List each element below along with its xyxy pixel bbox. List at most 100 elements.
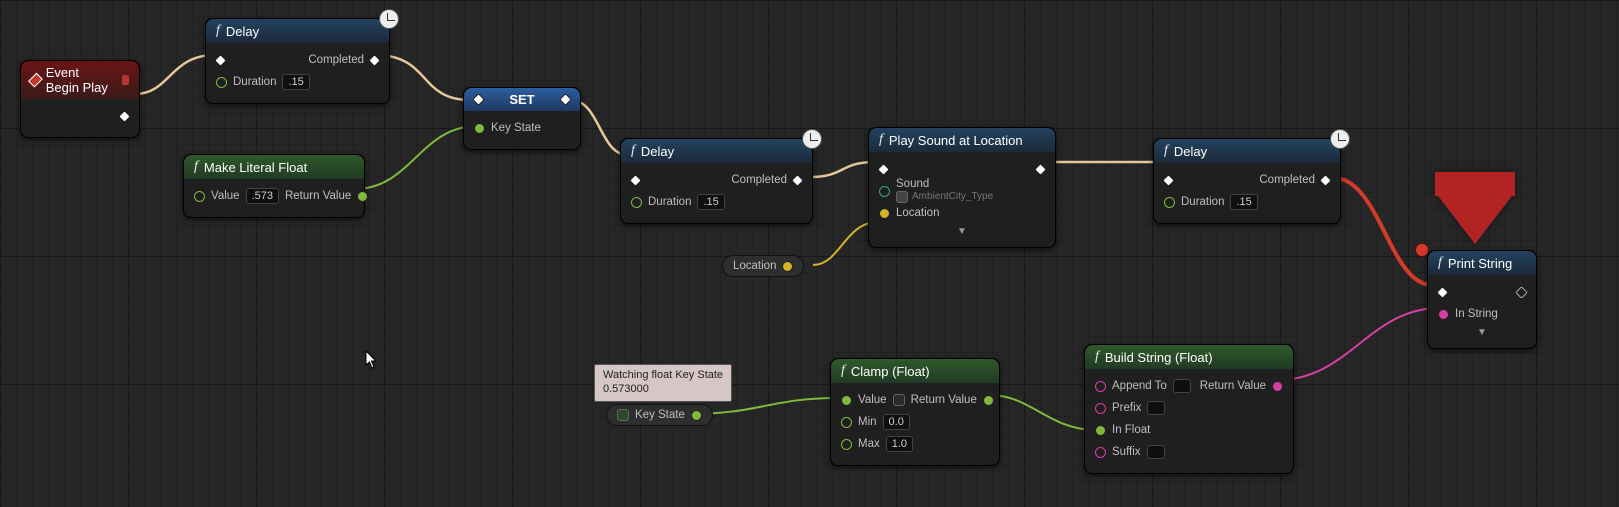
exec-in-pin[interactable] [1436, 286, 1449, 299]
exec-in-pin[interactable] [629, 174, 642, 187]
exec-out-pin[interactable] [1034, 163, 1047, 176]
duration-label: Duration [648, 196, 691, 208]
node-header: f Delay [1154, 139, 1340, 163]
node-clamp-float[interactable]: f Clamp (Float) Value Return Value Min 0… [830, 358, 1000, 466]
appendto-label: Append To [1112, 380, 1167, 392]
node-title: Event Begin Play [46, 65, 113, 95]
expand-chevron[interactable]: ▼ [1438, 325, 1526, 338]
return-pin[interactable] [983, 395, 994, 406]
clock-icon [379, 9, 399, 29]
duration-pin[interactable] [1164, 197, 1175, 208]
node-header: f Make Literal Float [184, 155, 364, 179]
node-play-sound-at-location[interactable]: f Play Sound at Location Sound AmbientCi… [868, 127, 1056, 248]
node-delay-3[interactable]: f Delay Completed Duration .15 [1153, 138, 1341, 224]
location-pin[interactable] [879, 208, 890, 219]
return-label: Return Value [911, 394, 977, 406]
node-header: f Delay [621, 139, 812, 163]
tooltip-line2: 0.573000 [603, 383, 723, 397]
instring-label: In String [1455, 308, 1498, 320]
node-print-string[interactable]: f Print String In String ▼ [1427, 250, 1537, 349]
exec-out-pin[interactable] [118, 110, 131, 123]
exec-out-pin[interactable] [1515, 286, 1528, 299]
duration-label: Duration [233, 76, 276, 88]
suffix-pin[interactable] [1095, 447, 1106, 458]
prefix-pin[interactable] [1095, 403, 1106, 414]
exec-out-pin[interactable] [1319, 174, 1332, 187]
function-icon: f [194, 159, 198, 175]
node-header: f Play Sound at Location [869, 128, 1055, 152]
exec-in-pin[interactable] [472, 93, 485, 106]
node-delay-2[interactable]: f Delay Completed Duration .15 [620, 138, 813, 224]
value-pin[interactable] [194, 191, 205, 202]
location-out-pin[interactable] [782, 261, 793, 272]
return-pin[interactable] [357, 191, 368, 202]
value-label: Value [858, 394, 887, 406]
watch-tooltip: Watching float Key State 0.573000 [594, 364, 732, 402]
keystate-label: Key State [491, 122, 541, 134]
duration-label: Duration [1181, 196, 1224, 208]
exec-out-pin[interactable] [559, 93, 572, 106]
keystate-label: Key State [635, 409, 685, 421]
duration-pin[interactable] [631, 197, 642, 208]
node-header: f Delay [206, 19, 389, 43]
duration-pin[interactable] [216, 77, 227, 88]
max-pin[interactable] [841, 439, 852, 450]
function-icon: f [1164, 143, 1168, 159]
duration-value[interactable]: .15 [1230, 194, 1257, 210]
node-title: Delay [1174, 144, 1207, 159]
duration-value[interactable]: .15 [697, 194, 724, 210]
function-icon: f [631, 143, 635, 159]
node-header: Event Begin Play [21, 61, 139, 99]
reroute-location[interactable]: Location [722, 255, 804, 277]
value-input[interactable]: .573 [246, 188, 279, 204]
node-header: f Clamp (Float) [831, 359, 999, 383]
exec-in-pin[interactable] [1162, 174, 1175, 187]
completed-label: Completed [731, 174, 787, 186]
node-event-begin-play[interactable]: Event Begin Play [20, 60, 140, 138]
value-pin[interactable] [841, 395, 852, 406]
exec-out-pin[interactable] [368, 54, 381, 67]
mouse-cursor-icon [365, 350, 379, 370]
clock-icon [1330, 129, 1350, 149]
min-label: Min [858, 416, 877, 428]
expand-chevron[interactable]: ▼ [879, 224, 1045, 237]
node-title: Print String [1448, 256, 1512, 271]
infloat-pin[interactable] [1095, 425, 1106, 436]
clock-icon [802, 129, 822, 149]
exec-in-pin[interactable] [877, 163, 890, 176]
suffix-value[interactable] [1147, 445, 1165, 459]
location-label: Location [733, 260, 776, 272]
value-label: Value [211, 190, 240, 202]
prefix-value[interactable] [1147, 401, 1165, 415]
node-title: Play Sound at Location [889, 133, 1023, 148]
node-build-string-float[interactable]: f Build String (Float) Append To Return … [1084, 344, 1294, 474]
sound-pin[interactable] [879, 186, 890, 197]
node-header: SET [464, 88, 580, 111]
function-icon: f [879, 132, 883, 148]
exec-out-pin[interactable] [791, 174, 804, 187]
function-icon: f [1438, 255, 1442, 271]
appendto-value[interactable] [1173, 379, 1191, 393]
keystate-pin[interactable] [474, 123, 485, 134]
node-make-literal-float[interactable]: f Make Literal Float Value .573 Return V… [183, 154, 365, 218]
node-title: Make Literal Float [204, 160, 307, 175]
sound-asset[interactable]: AmbientCity_Type [912, 192, 993, 202]
instring-pin[interactable] [1438, 309, 1449, 320]
watch-icon [893, 394, 905, 406]
duration-value[interactable]: .15 [282, 74, 309, 90]
function-icon: f [216, 23, 220, 39]
node-delay-1[interactable]: f Delay Completed Duration .15 [205, 18, 390, 104]
min-value[interactable]: 0.0 [883, 414, 910, 430]
exec-in-pin[interactable] [214, 54, 227, 67]
infloat-label: In Float [1112, 424, 1150, 436]
node-title: Build String (Float) [1105, 350, 1213, 365]
min-pin[interactable] [841, 417, 852, 428]
return-label: Return Value [285, 190, 351, 202]
keystate-out-pin[interactable] [691, 410, 702, 421]
variable-key-state[interactable]: Key State [606, 404, 713, 426]
max-value[interactable]: 1.0 [886, 436, 913, 452]
return-pin[interactable] [1272, 381, 1283, 392]
appendto-pin[interactable] [1095, 381, 1106, 392]
node-set[interactable]: SET Key State [463, 87, 581, 150]
completed-label: Completed [1259, 174, 1315, 186]
